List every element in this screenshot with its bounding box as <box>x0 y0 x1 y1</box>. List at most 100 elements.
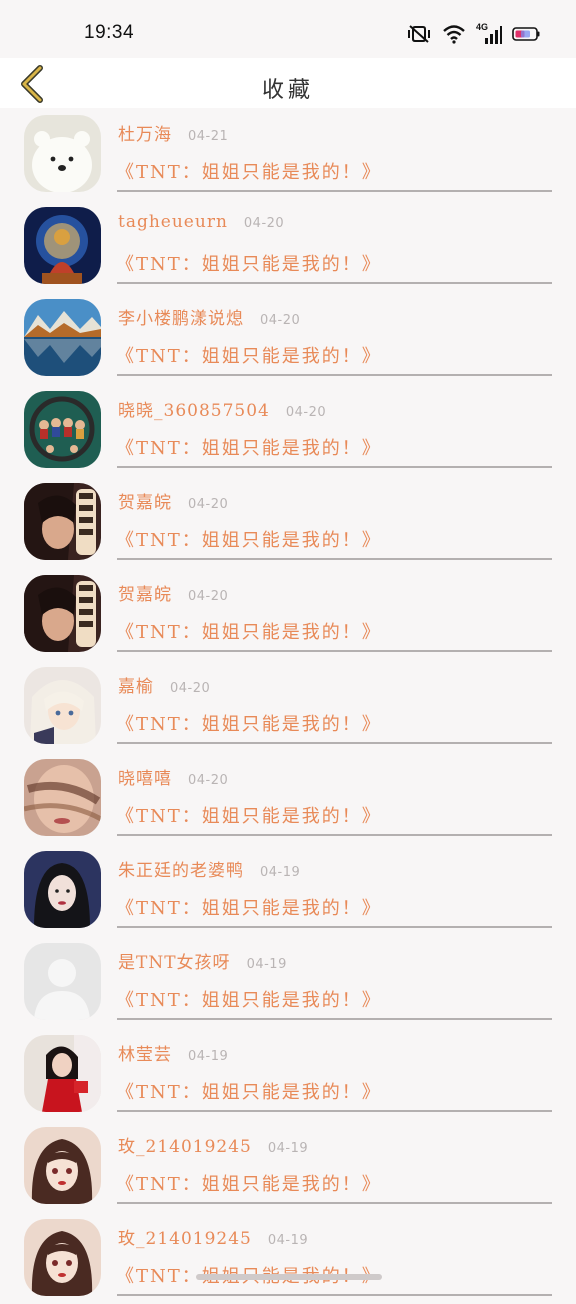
status-icons: 4G <box>406 22 540 44</box>
divider <box>117 1018 552 1020</box>
item-date: 04-19 <box>267 1233 309 1248</box>
red-dress-avatar <box>24 1035 101 1112</box>
item-quote[interactable]: 《TNT：姐姐只能是我的！》 <box>116 526 382 552</box>
list-item[interactable]: 朱正廷的老婆鸭 04-19 《TNT：姐姐只能是我的！》 <box>0 844 576 936</box>
avatar[interactable] <box>24 943 101 1020</box>
list-item[interactable]: 嘉榆 04-20 《TNT：姐姐只能是我的！》 <box>0 660 576 752</box>
user-name: 贺嘉皖 <box>118 585 172 605</box>
item-date: 04-20 <box>188 773 229 788</box>
divider <box>117 926 552 928</box>
favorites-list[interactable]: 杜万海 04-21 《TNT：姐姐只能是我的！》 tagheueurn 04-20 《TN… <box>0 108 576 1304</box>
buddha-avatar <box>24 207 101 284</box>
illustrated-girl-avatar <box>24 1219 101 1296</box>
item-user-name: 杜万海 04-21 <box>118 120 228 145</box>
item-quote[interactable]: 《TNT：姐姐只能是我的！》 <box>116 342 382 368</box>
avatar[interactable] <box>24 1035 101 1112</box>
avatar[interactable] <box>24 575 101 652</box>
item-user-name: 是TNT女孩呀 04-19 <box>118 948 287 973</box>
list-item[interactable]: 李小楼鹏漾说熄 04-20 《TNT：姐姐只能是我的！》 <box>0 292 576 384</box>
item-quote[interactable]: 《TNT：姐姐只能是我的！》 <box>116 802 382 828</box>
mute-vibrate-icon <box>408 25 430 43</box>
avatar[interactable] <box>24 667 101 744</box>
avatar[interactable] <box>24 851 101 928</box>
item-date: 04-20 <box>243 216 285 231</box>
avatar[interactable] <box>24 207 101 284</box>
item-user-name: 嘉榆 04-20 <box>118 672 210 697</box>
list-item[interactable]: 晓晓_360857504 04-20 《TNT：姐姐只能是我的！》 <box>0 384 576 476</box>
user-name: 是TNT女孩呀 <box>118 953 231 973</box>
user-name: 朱正廷的老婆鸭 <box>118 861 244 881</box>
nav-bar: 收藏 <box>0 58 576 108</box>
divider <box>117 650 552 652</box>
user-name: tagheueurn <box>118 212 228 232</box>
list-item[interactable]: 林莹芸 04-19 《TNT：姐姐只能是我的！》 <box>0 1028 576 1120</box>
avatar[interactable] <box>24 391 101 468</box>
item-quote[interactable]: 《TNT：姐姐只能是我的！》 <box>116 894 382 920</box>
item-quote[interactable]: 《TNT：姐姐只能是我的！》 <box>116 710 382 736</box>
item-quote[interactable]: 《TNT：姐姐只能是我的！》 <box>116 158 382 184</box>
anime-girl-avatar <box>24 667 101 744</box>
item-user-name: 朱正廷的老婆鸭 04-19 <box>118 856 300 881</box>
user-name: 玫_214019245 <box>118 1229 252 1249</box>
girl-portrait-avatar <box>24 483 101 560</box>
divider <box>117 742 552 744</box>
avatar[interactable] <box>24 115 101 192</box>
avatar[interactable] <box>24 483 101 560</box>
item-date: 04-20 <box>188 589 229 604</box>
item-quote[interactable]: 《TNT：姐姐只能是我的！》 <box>116 986 382 1012</box>
item-date: 04-19 <box>246 957 287 972</box>
divider <box>117 834 552 836</box>
divider <box>117 190 552 192</box>
item-quote[interactable]: 《TNT：姐姐只能是我的！》 <box>116 1078 382 1104</box>
user-name: 晓嘻嘻 <box>118 769 172 789</box>
battery-icon <box>512 27 540 41</box>
item-date: 04-19 <box>260 865 301 880</box>
item-user-name: 晓嘻嘻 04-20 <box>118 764 228 789</box>
user-name: 林莹芸 <box>118 1045 172 1065</box>
list-item[interactable]: 晓嘻嘻 04-20 《TNT：姐姐只能是我的！》 <box>0 752 576 844</box>
item-quote[interactable]: 《TNT：姐姐只能是我的！》 <box>116 1170 382 1196</box>
page-title: 收藏 <box>261 78 314 103</box>
item-date: 04-19 <box>267 1141 309 1156</box>
user-name: 晓晓_360857504 <box>118 401 270 421</box>
home-indicator <box>196 1274 382 1280</box>
avatar[interactable] <box>24 759 101 836</box>
list-item[interactable]: 是TNT女孩呀 04-19 《TNT：姐姐只能是我的！》 <box>0 936 576 1028</box>
divider <box>117 1110 552 1112</box>
item-user-name: 玫_214019245 04-19 <box>118 1132 308 1157</box>
avatar[interactable] <box>24 1219 101 1296</box>
list-item[interactable]: 贺嘉皖 04-20 《TNT：姐姐只能是我的！》 <box>0 568 576 660</box>
divider <box>117 558 552 560</box>
item-quote[interactable]: 《TNT：姐姐只能是我的！》 <box>116 618 382 644</box>
wifi-icon <box>443 25 465 44</box>
item-user-name: 林莹芸 04-19 <box>118 1040 228 1065</box>
list-item[interactable]: 杜万海 04-21 《TNT：姐姐只能是我的！》 <box>0 108 576 200</box>
list-item[interactable]: 玫_21401924504-19 《TNT：姐姐只能是我的！》 <box>0 1120 576 1212</box>
signal-bars-icon <box>485 26 502 44</box>
list-item[interactable]: tagheueurn 04-20 《TNT：姐姐只能是我的！》 <box>0 200 576 292</box>
item-user-name: 贺嘉皖 04-20 <box>118 580 228 605</box>
illustrated-girl-avatar <box>24 1127 101 1204</box>
item-date: 04-20 <box>170 681 211 696</box>
list-item[interactable]: 贺嘉皖 04-20 《TNT：姐姐只能是我的！》 <box>0 476 576 568</box>
girl-portrait-avatar <box>24 575 101 652</box>
cellular-signal: 4G <box>476 22 502 44</box>
list-item[interactable]: 玫_21401924504-19《TNT：姐姐只能是我的！》 <box>0 1212 576 1304</box>
divider <box>117 1202 552 1204</box>
item-quote[interactable]: 《TNT：姐姐只能是我的！》 <box>116 250 382 276</box>
item-user-name: 李小楼鹏漾说熄 04-20 <box>118 304 300 329</box>
blurred-girl-avatar <box>24 759 101 836</box>
item-date: 04-20 <box>285 405 327 420</box>
item-quote[interactable]: 《TNT：姐姐只能是我的！》 <box>116 434 382 460</box>
user-name: 嘉榆 <box>118 677 154 697</box>
dark-hair-girl-avatar <box>24 851 101 928</box>
avatar[interactable] <box>24 299 101 376</box>
divider <box>117 374 552 376</box>
mountain-lake-avatar <box>24 299 101 376</box>
item-user-name: tagheueurn 04-20 <box>118 212 284 232</box>
item-user-name: 晓晓_360857504 04-20 <box>118 396 326 421</box>
item-user-name: 贺嘉皖 04-20 <box>118 488 228 513</box>
default-user-avatar <box>24 943 101 1020</box>
avatar[interactable] <box>24 1127 101 1204</box>
figurines-avatar <box>24 391 101 468</box>
